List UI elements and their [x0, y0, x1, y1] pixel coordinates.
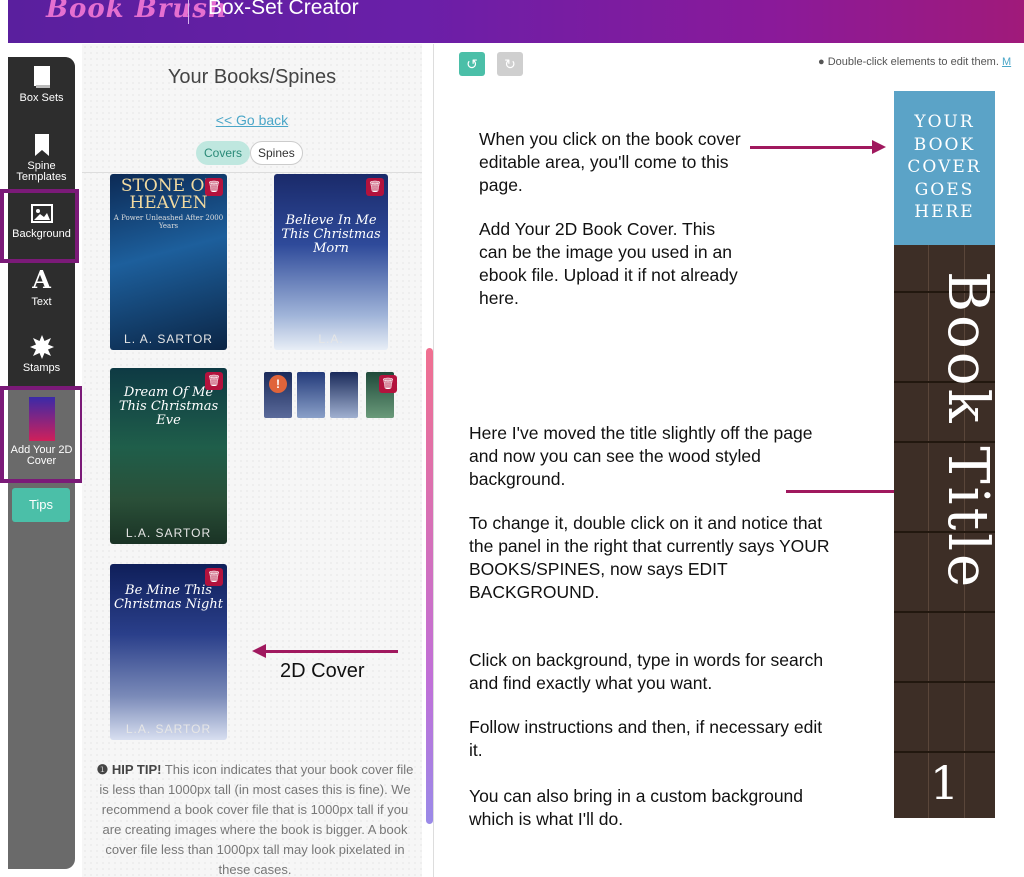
low-resolution-warning-icon: !	[269, 375, 287, 393]
book-cover[interactable]: Be Mine This Christmas Night L.A. SARTOR…	[110, 564, 227, 740]
spine-number[interactable]: 1	[894, 756, 995, 810]
panel-scrollbar[interactable]	[426, 348, 433, 824]
nav-stamps[interactable]: Stamps	[8, 335, 75, 374]
hint-text: Double-click elements to edit them.	[827, 56, 999, 68]
hip-tip-text: This icon indicates that your book cover…	[99, 762, 414, 877]
redo-icon: ↻	[504, 56, 516, 72]
wood-plank-line	[894, 611, 995, 613]
app-header: Book Brush Box-Set Creator	[8, 0, 1024, 43]
annotation-text: When you click on the book cover editabl…	[479, 129, 741, 195]
trash-icon[interactable]: 🗑	[205, 178, 223, 196]
add-cover-highlight-box	[0, 386, 84, 483]
trash-icon[interactable]: 🗑	[205, 568, 223, 586]
text-icon: A	[32, 265, 51, 294]
go-back-link[interactable]: << Go back	[82, 112, 422, 128]
cover-author: L.A. SARTOR	[125, 722, 212, 736]
cover-label: 2D Cover	[280, 660, 365, 682]
wood-plank-line	[894, 681, 995, 683]
thumbnail[interactable]	[330, 372, 358, 418]
trash-icon[interactable]: 🗑	[366, 178, 384, 196]
annotation-text: Follow instructions and then, if necessa…	[469, 717, 823, 760]
header-divider	[188, 0, 189, 24]
arrow-left	[252, 644, 398, 658]
undo-button[interactable]: ↺	[459, 52, 485, 76]
starburst-icon	[29, 335, 54, 359]
thumbnail[interactable]	[297, 372, 325, 418]
trash-icon[interactable]: 🗑	[379, 375, 397, 393]
redo-button[interactable]: ↻	[497, 52, 523, 76]
annotation-text: You can also bring in a custom backgroun…	[469, 786, 804, 829]
background-highlight-box	[0, 189, 79, 263]
book-cover[interactable]: Believe In Me This Christmas Morn L.A. 🗑	[274, 174, 388, 350]
nav-box-sets[interactable]: Box Sets	[8, 65, 75, 104]
spine-title[interactable]: Book Title	[935, 271, 995, 590]
cover-title: Believe In Me This Christmas Morn	[281, 213, 381, 256]
annotation-text: Add Your 2D Book Cover. This can be the …	[479, 219, 738, 308]
arrow-right	[750, 140, 886, 154]
book-cover[interactable]: Dream Of Me This Christmas Eve L.A. SART…	[110, 368, 227, 544]
cover-author: L. A. SARTOR	[124, 332, 213, 346]
hip-tip-label: HIP TIP!	[111, 762, 162, 777]
tab-spines[interactable]: Spines	[250, 141, 303, 165]
info-icon: ❶	[96, 762, 109, 777]
cover-title: Be Mine This Christmas Night	[114, 583, 223, 612]
bookmark-icon	[34, 134, 49, 156]
tab-covers[interactable]: Covers	[196, 141, 251, 165]
cover-author: L.A.	[318, 332, 344, 346]
nav-label: Box Sets	[19, 92, 64, 104]
cover-subtitle: A Power Unleashed After 2000 Years	[113, 214, 224, 230]
annotation-text: Click on background, type in words for s…	[469, 650, 824, 693]
panel-divider	[82, 172, 422, 173]
cover-title: Dream Of Me This Christmas Eve	[118, 385, 219, 428]
annotation-text: To change it, double click on it and not…	[469, 513, 830, 602]
nav-spine-templates[interactable]: Spine Templates	[8, 133, 75, 183]
cover-placeholder-text: YOUR BOOK COVER GOES HERE	[907, 112, 982, 222]
cover-author: L.A. SARTOR	[125, 526, 212, 540]
cover-thumbnail-strip: ! 🗑	[264, 372, 400, 418]
hip-tip: ❶ HIP TIP! This icon indicates that your…	[96, 760, 414, 877]
tips-button[interactable]: Tips	[12, 488, 70, 522]
spine-preview[interactable]: YOUR BOOK COVER GOES HERE Book Title 1	[894, 91, 995, 818]
book-brush-logo[interactable]: Book Brush	[46, 0, 228, 24]
edit-hint: ● Double-click elements to edit them. M	[818, 56, 1011, 68]
nav-label: Templates	[16, 171, 67, 183]
trash-icon[interactable]: 🗑	[205, 372, 223, 390]
undo-icon: ↺	[466, 56, 478, 72]
panel-title: Your Books/Spines	[167, 66, 337, 88]
hint-link[interactable]: M	[1002, 56, 1011, 68]
nav-text[interactable]: A Text	[8, 267, 75, 308]
panel-divider-vertical	[433, 44, 434, 877]
annotation-text: Here I've moved the title slightly off t…	[469, 423, 813, 489]
nav-label: Stamps	[22, 362, 61, 374]
wood-plank-line	[894, 751, 995, 753]
book-cover[interactable]: STONE OF HEAVEN A Power Unleashed After …	[110, 174, 227, 350]
page-title: Box-Set Creator	[208, 0, 359, 19]
cover-placeholder[interactable]: YOUR BOOK COVER GOES HERE	[894, 91, 995, 245]
books-spines-panel: Your Books/Spines << Go back Covers Spin…	[82, 44, 422, 877]
info-icon: ●	[818, 56, 825, 68]
nav-label: Text	[31, 296, 52, 308]
book-icon	[33, 66, 50, 88]
